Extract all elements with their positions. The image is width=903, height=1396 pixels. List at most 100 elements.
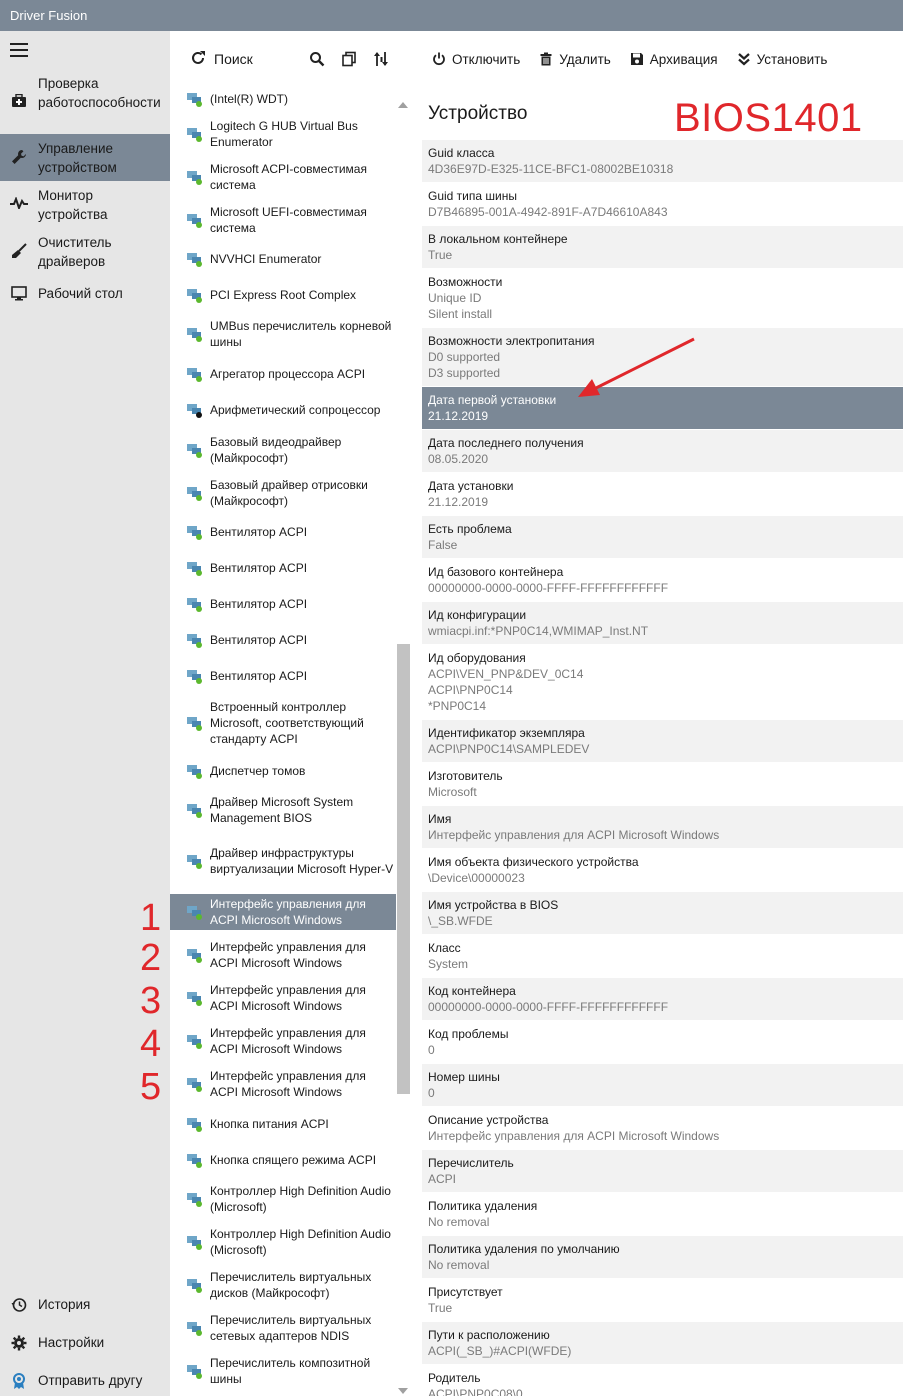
archive-button[interactable]: Архивация [630,52,718,67]
property-row[interactable]: Guid класса 4D36E97D-E325-11CE-BFC1-08002… [422,140,903,183]
install-button[interactable]: Установить [737,52,827,67]
property-row[interactable]: Номер шины 0 [422,1064,903,1107]
device-list-item-label: Перечислитель виртуальных сетевых адапте… [210,1313,372,1343]
device-list-item[interactable]: PCI Express Root Complex [170,284,396,306]
property-row[interactable]: Ид оборудования ACPI\VEN_PNP&DEV_0C14 ACPI… [422,645,903,720]
sidebar-item-device-management[interactable]: Управление устройством [0,134,170,181]
device-list-item[interactable]: Встроенный контроллер Microsoft, соответ… [170,697,396,749]
device-list-item[interactable]: Агрегатор процессора ACPI [170,363,396,385]
device-list-item[interactable]: Кнопка питания ACPI [170,1113,396,1135]
device-list-item[interactable]: Интерфейс управления для ACPI Microsoft … [170,980,396,1016]
property-name: Ид оборудования [428,651,526,665]
device-list-item[interactable]: Вентилятор ACPI [170,521,396,543]
property-value: System [428,957,469,971]
device-list-item[interactable]: Интерфейс управления для ACPI Microsoft … [170,1066,396,1102]
device-list-item[interactable]: Арифметический сопроцессор [170,399,396,421]
device-list-item[interactable]: (Intel(R) WDT) [170,90,396,108]
sidebar-item-desktop[interactable]: Рабочий стол [0,284,170,306]
device-list-item[interactable]: NVVHCI Enumerator [170,248,396,270]
device-list-item[interactable]: Контроллер High Definition Audio (Micros… [170,1181,396,1217]
device-list-item[interactable]: Перечислитель виртуальных дисков (Майкро… [170,1267,396,1303]
device-list-item[interactable]: Кнопка спящего режима ACPI [170,1149,396,1171]
sidebar-item-settings[interactable]: Настройки [0,1333,170,1355]
copy-icon[interactable] [341,51,357,67]
device-list-item[interactable]: UMBus перечислитель корневой шины [170,316,396,352]
device-icon [186,1033,204,1049]
property-row[interactable]: Дата последнего получения 08.05.2020 [422,430,903,473]
property-name: Класс [428,941,461,955]
device-list-item[interactable]: Контроллер High Definition Audio (Micros… [170,1224,396,1260]
property-row[interactable]: Перечислитель ACPI [422,1150,903,1193]
window-title: Driver Fusion [10,8,88,23]
delete-button[interactable]: Удалить [539,52,611,67]
device-icon [186,1277,204,1293]
property-row[interactable]: Код контейнера 00000000-0000-0000-FFFF-FF… [422,978,903,1021]
property-row[interactable]: Изготовитель Microsoft [422,763,903,806]
hamburger-menu-icon[interactable] [10,43,28,57]
device-list-item-label: Вентилятор ACPI [210,669,308,683]
details-title: Устройство [428,103,528,124]
device-list-item[interactable]: Драйвер Microsoft System Management BIOS [170,792,396,828]
property-row[interactable]: Политика удаления по умолчанию No removal [422,1236,903,1279]
device-list-item[interactable]: Вентилятор ACPI [170,557,396,579]
device-list-item[interactable]: Драйвер инфраструктуры виртуализации Mic… [170,835,396,887]
sidebar-item-history[interactable]: История [0,1295,170,1317]
property-row[interactable]: Политика удаления No removal [422,1193,903,1236]
device-list-item[interactable]: Вентилятор ACPI [170,593,396,615]
property-name: Guid типа шины [428,189,517,203]
device-list-item[interactable]: Перечислитель композитной шины [170,1353,396,1389]
sidebar-item-device-monitor[interactable]: Монитор устройства [0,186,170,226]
property-row[interactable]: Имя устройства в BIOS \_SB.WFDE [422,892,903,935]
device-list-item[interactable]: Перечислитель виртуальных сетевых адапте… [170,1310,396,1346]
device-list-item-label: Интерфейс управления для ACPI Microsoft … [210,940,366,970]
property-row[interactable]: Guid типа шины D7B46895-001A-4942-891F-A7… [422,183,903,226]
property-row[interactable]: Есть проблема False [422,516,903,559]
property-row[interactable]: Имя Интерфейс управления для ACPI Microso… [422,806,903,849]
sidebar-item-driver-cleaner[interactable]: Очиститель драйверов [0,233,170,273]
property-row[interactable]: Идентификатор экземпляра ACPI\PNP0C14\SAM… [422,720,903,763]
device-list-item[interactable]: Вентилятор ACPI [170,665,396,687]
search-icon[interactable] [309,51,325,67]
property-name: Идентификатор экземпляра [428,726,585,740]
property-row[interactable]: В локальном контейнере True [422,226,903,269]
device-list-item[interactable]: Интерфейс управления для ACPI Microsoft … [170,937,396,973]
property-row[interactable]: Ид базового контейнера 00000000-0000-0000… [422,559,903,602]
device-list-item-label: Встроенный контроллер Microsoft, соответ… [210,700,364,746]
device-list-item[interactable]: Базовый драйвер отрисовки (Майкрософт) [170,475,396,511]
property-row[interactable]: Пути к расположению ACPI(_SB_)#ACPI(WFDE) [422,1322,903,1365]
device-list-item[interactable]: Microsoft UEFI-совместимая система [170,202,396,238]
device-list-item[interactable]: Вентилятор ACPI [170,629,396,651]
device-icon [186,715,204,731]
sidebar-item-send-to-friend[interactable]: Отправить другу [0,1371,170,1393]
property-row[interactable]: Присутствует True [422,1279,903,1322]
disable-button[interactable]: Отключить [432,52,520,67]
device-list-item[interactable]: Microsoft ACPI-совместимая система [170,159,396,195]
device-list-item-label: Кнопка питания ACPI [210,1117,329,1131]
property-row[interactable]: Имя объекта физического устройства \Devic… [422,849,903,892]
device-icon [186,366,204,382]
device-icon [186,169,204,185]
sort-icon[interactable] [373,51,389,67]
property-row[interactable]: Описание устройства Интерфейс управления … [422,1107,903,1150]
property-row[interactable]: Ид конфигурации wmiacpi.inf:*PNP0C14,WMIM… [422,602,903,645]
device-list-scroll-thumb[interactable] [397,644,410,1094]
sidebar-item-health-check[interactable]: Проверка работоспособности [0,72,170,128]
scroll-down-arrow-icon[interactable] [398,1388,408,1394]
device-icon [186,326,204,342]
device-icon [186,485,204,501]
device-list-item[interactable]: Диспетчер томов [170,760,396,782]
device-list-item[interactable]: Интерфейс управления для ACPI Microsoft … [170,894,396,930]
property-row[interactable]: Дата установки 21.12.2019 [422,473,903,516]
property-row[interactable]: Возможности Unique ID Silent install [422,269,903,328]
property-row[interactable]: Код проблемы 0 [422,1021,903,1064]
property-name: Имя объекта физического устройства [428,855,639,869]
property-row[interactable]: Класс System [422,935,903,978]
device-list-item[interactable]: Базовый видеодрайвер (Майкрософт) [170,432,396,468]
property-name: Guid класса [428,146,495,160]
device-icon [186,853,204,869]
scroll-up-arrow-icon[interactable] [398,102,408,108]
property-row[interactable]: Родитель ACPI\PNP0C08\0 [422,1365,903,1396]
device-list-item[interactable]: Интерфейс управления для ACPI Microsoft … [170,1023,396,1059]
device-list-item[interactable]: Logitech G HUB Virtual Bus Enumerator [170,116,396,152]
refresh-icon[interactable] [190,50,206,69]
